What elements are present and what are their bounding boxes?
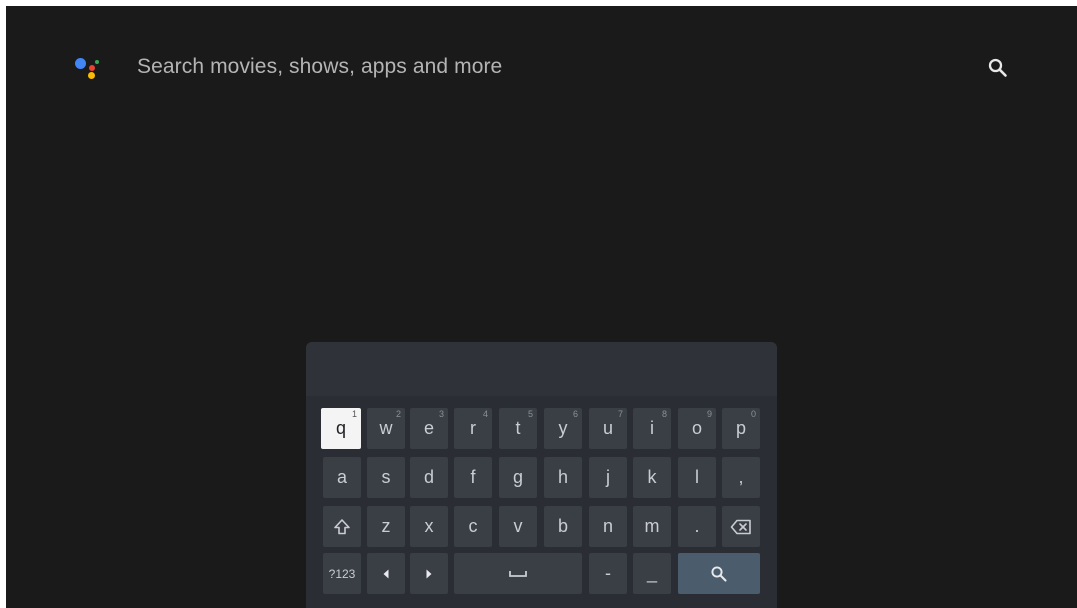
cursor-left-key[interactable]: [367, 553, 405, 594]
key-x[interactable]: x: [410, 506, 448, 547]
key-hint: 9: [706, 409, 712, 419]
key-b[interactable]: b: [544, 506, 582, 547]
key-label: p: [735, 418, 746, 438]
key-y[interactable]: y 6: [544, 408, 582, 449]
key-j[interactable]: j: [589, 457, 627, 498]
assistant-dot-green: [95, 60, 99, 64]
key-f[interactable]: f: [454, 457, 492, 498]
key-label: t: [515, 418, 521, 438]
key-o[interactable]: o 9: [678, 408, 716, 449]
key-p[interactable]: p 0: [722, 408, 760, 449]
key-e[interactable]: e 3: [410, 408, 448, 449]
key-k[interactable]: k: [633, 457, 671, 498]
shift-icon: [334, 518, 350, 534]
symbols-key[interactable]: ?123: [323, 553, 361, 594]
key-t[interactable]: t 5: [499, 408, 537, 449]
key-hint: 1: [351, 409, 357, 419]
key-label: u: [602, 418, 613, 438]
space-key[interactable]: [454, 553, 582, 594]
backspace-key[interactable]: [722, 506, 760, 547]
key-label: o: [691, 418, 702, 438]
key-a[interactable]: a: [323, 457, 361, 498]
key-z[interactable]: z: [367, 506, 405, 547]
key-u[interactable]: u 7: [589, 408, 627, 449]
key-d[interactable]: d: [410, 457, 448, 498]
key-hint: 7: [617, 409, 623, 419]
key-comma[interactable]: ,: [722, 457, 760, 498]
key-label: i: [650, 418, 654, 438]
on-screen-keyboard: q 1 w 2 e 3 r 4 t 5 y 6 u 7 i 8 o 9 p 0 …: [306, 342, 777, 608]
key-hint: 2: [395, 409, 401, 419]
key-i[interactable]: i 8: [633, 408, 671, 449]
backspace-icon: [730, 519, 751, 534]
key-hint: 3: [438, 409, 444, 419]
key-hint: 5: [527, 409, 533, 419]
key-m[interactable]: m: [633, 506, 671, 547]
key-hint: 8: [661, 409, 667, 419]
key-s[interactable]: s: [367, 457, 405, 498]
search-icon[interactable]: [987, 57, 1009, 79]
key-c[interactable]: c: [454, 506, 492, 547]
key-hint: 6: [572, 409, 578, 419]
search-input[interactable]: Search movies, shows, apps and more: [137, 55, 502, 79]
key-underscore[interactable]: _: [633, 553, 671, 594]
key-period[interactable]: .: [678, 506, 716, 547]
key-label: y: [558, 418, 568, 438]
key-h[interactable]: h: [544, 457, 582, 498]
key-label: q: [335, 418, 346, 438]
key-v[interactable]: v: [499, 506, 537, 547]
arrow-right-icon: [426, 569, 432, 578]
search-icon: [711, 565, 727, 582]
assistant-dot-yellow: [88, 72, 95, 79]
key-q[interactable]: q 1: [321, 408, 361, 449]
key-label: r: [470, 418, 476, 438]
key-g[interactable]: g: [499, 457, 537, 498]
key-label: e: [423, 418, 434, 438]
search-submit-key[interactable]: [678, 553, 760, 594]
space-icon: [509, 570, 527, 577]
key-label: w: [379, 418, 393, 438]
google-assistant-icon[interactable]: [75, 57, 103, 85]
keyboard-input-area: [306, 342, 777, 396]
key-hint: 0: [750, 409, 756, 419]
key-dash[interactable]: -: [589, 553, 627, 594]
assistant-dot-blue: [75, 58, 86, 69]
cursor-right-key[interactable]: [410, 553, 448, 594]
assistant-dot-red: [89, 65, 95, 71]
tv-screen: Search movies, shows, apps and more q 1 …: [6, 6, 1077, 608]
shift-key[interactable]: [323, 506, 361, 547]
key-l[interactable]: l: [678, 457, 716, 498]
key-w[interactable]: w 2: [367, 408, 405, 449]
key-r[interactable]: r 4: [454, 408, 492, 449]
key-hint: 4: [482, 409, 488, 419]
arrow-left-icon: [383, 569, 389, 578]
key-n[interactable]: n: [589, 506, 627, 547]
